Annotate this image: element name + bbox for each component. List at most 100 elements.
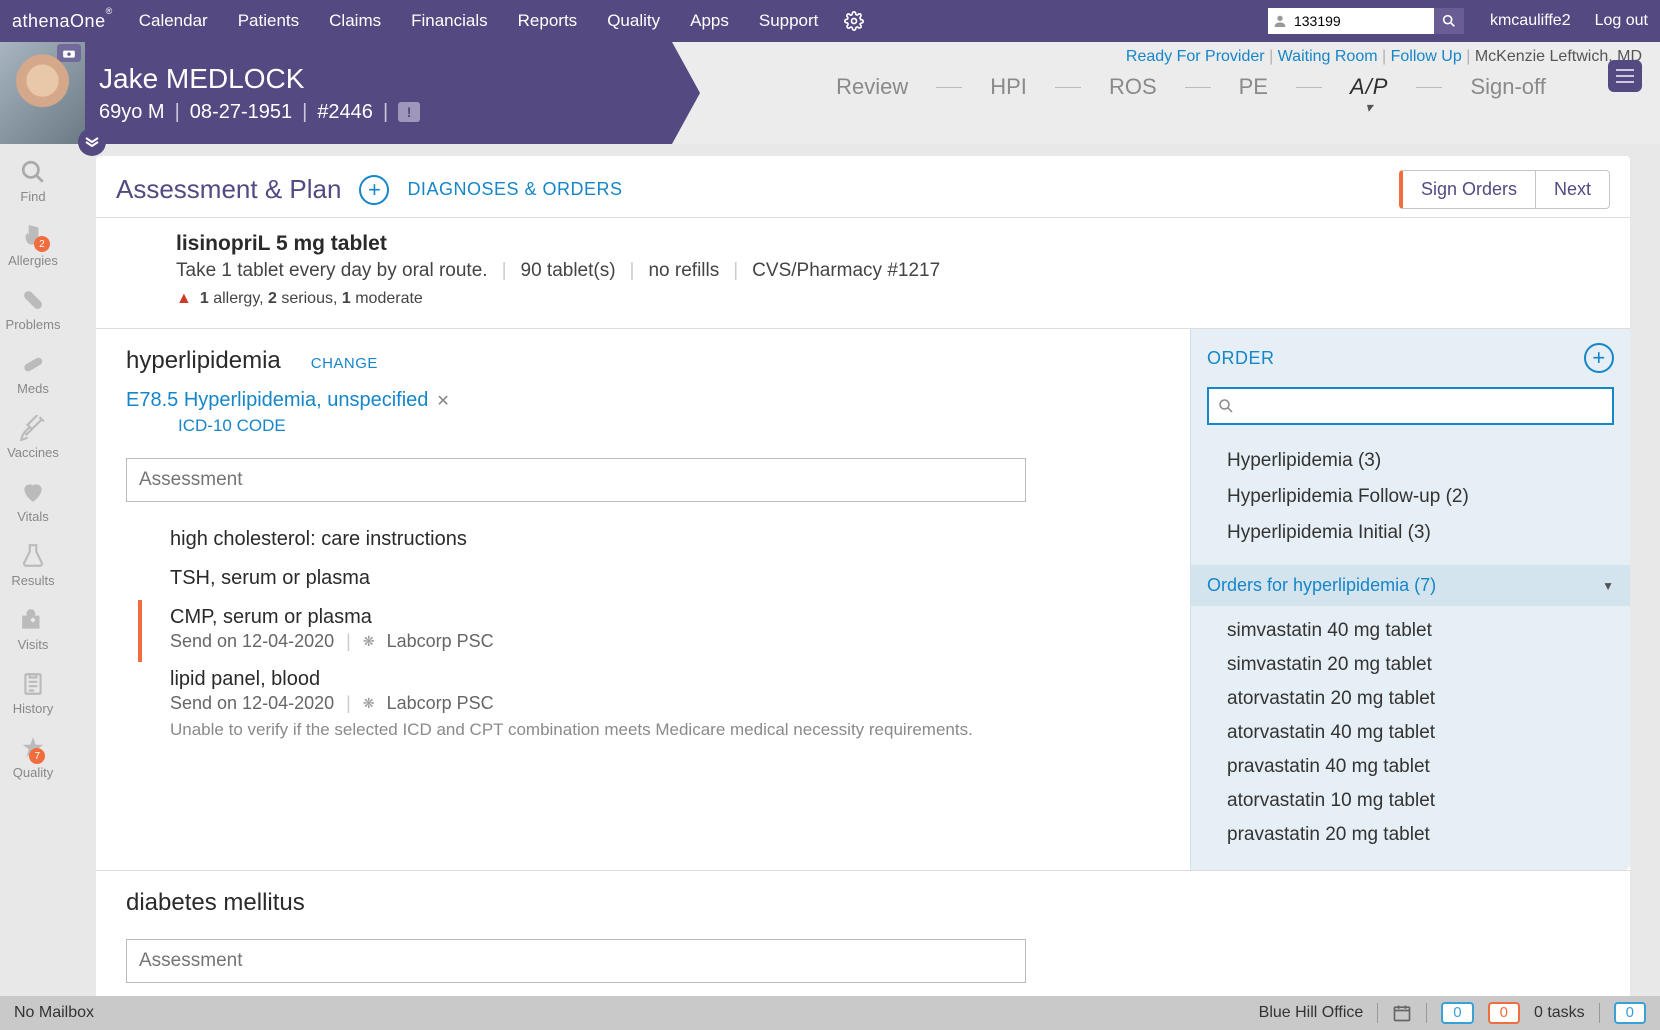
assessment-input-dm[interactable] [126, 939, 1026, 983]
workflow-steps: Review HPI ROS PE A/P Sign-off [740, 74, 1642, 100]
order-option[interactable]: atorvastatin 40 mg tablet [1227, 716, 1630, 750]
status-waiting[interactable]: Waiting Room [1278, 48, 1378, 65]
rail-history[interactable]: History [13, 670, 53, 716]
add-diagnosis-button[interactable]: + [359, 175, 389, 205]
count-pill-2[interactable]: 0 [1488, 1002, 1520, 1024]
order-item[interactable]: lipid panel, blood Send on 12-04-2020|❋L… [156, 662, 1160, 750]
status-ready[interactable]: Ready For Provider [1126, 48, 1265, 65]
search-button[interactable] [1434, 8, 1464, 34]
order-option[interactable]: atorvastatin 20 mg tablet [1227, 682, 1630, 716]
order-item[interactable]: TSH, serum or plasma [156, 561, 1160, 600]
left-rail: Find 2Allergies Problems Meds Vaccines V… [0, 144, 66, 996]
med-pharmacy: CVS/Pharmacy #1217 [752, 260, 940, 282]
status-followup[interactable]: Follow Up [1391, 48, 1462, 65]
rail-problems[interactable]: Problems [6, 286, 61, 332]
order-option[interactable]: atorvastatin 10 mg tablet [1227, 784, 1630, 818]
search-icon [1217, 397, 1235, 415]
nav-financials[interactable]: Financials [411, 11, 488, 31]
count-pill-1[interactable]: 0 [1441, 1002, 1473, 1024]
camera-icon[interactable] [57, 44, 81, 62]
diabetes-block: diabetes mellitus [96, 870, 1630, 996]
nav-patients[interactable]: Patients [238, 11, 299, 31]
order-panel: ORDER + Hyperlipidemia (3) Hyperlipidemi… [1190, 329, 1630, 870]
order-option[interactable]: simvastatin 20 mg tablet [1227, 648, 1630, 682]
nav-calendar[interactable]: Calendar [139, 11, 208, 31]
pill-icon [19, 350, 47, 378]
logo: athenaOne® [12, 11, 113, 32]
med-instructions: Take 1 tablet every day by oral route. [176, 260, 488, 282]
order-search[interactable] [1207, 387, 1614, 425]
medicare-warning: Unable to verify if the selected ICD and… [170, 720, 1160, 740]
patient-search [1268, 8, 1464, 34]
nav-quality[interactable]: Quality [607, 11, 660, 31]
patient-name: Jake MEDLOCK [99, 63, 420, 95]
change-link[interactable]: CHANGE [311, 355, 378, 372]
rail-meds[interactable]: Meds [17, 350, 49, 396]
rail-visits[interactable]: Visits [18, 606, 49, 652]
menu-icon[interactable] [1608, 60, 1642, 92]
order-list: high cholesterol: care instructions TSH,… [126, 522, 1160, 750]
add-order-button[interactable]: + [1584, 343, 1614, 373]
step-hpi[interactable]: HPI [990, 74, 1027, 100]
rail-find[interactable]: Find [19, 158, 47, 204]
order-item[interactable]: CMP, serum or plasma Send on 12-04-2020|… [138, 600, 1160, 662]
assessment-plan-panel: Assessment & Plan + DIAGNOSES & ORDERS S… [96, 156, 1630, 996]
med-name: lisinopriL 5 mg tablet [176, 232, 1610, 256]
step-ap[interactable]: A/P [1350, 74, 1388, 100]
icd-code[interactable]: E78.5 Hyperlipidemia, unspecified [126, 389, 428, 412]
medication-block: lisinopriL 5 mg tablet Take 1 tablet eve… [96, 218, 1630, 329]
order-option[interactable]: simvastatin 40 mg tablet [1227, 614, 1630, 648]
step-ros[interactable]: ROS [1109, 74, 1157, 100]
step-pe[interactable]: PE [1239, 74, 1268, 100]
step-signoff[interactable]: Sign-off [1470, 74, 1545, 100]
rail-vitals[interactable]: Vitals [17, 478, 49, 524]
patient-search-input[interactable] [1288, 8, 1434, 34]
patient-header: Jake MEDLOCK 69yo M| 08-27-1951| #2446| … [0, 42, 1660, 144]
assessment-input-hyper[interactable] [126, 458, 1026, 502]
diagnosis-title: hyperlipidemia [126, 347, 281, 375]
chevron-down-icon[interactable] [78, 128, 106, 156]
next-button[interactable]: Next [1535, 170, 1610, 209]
order-template[interactable]: Hyperlipidemia Initial (3) [1227, 515, 1630, 551]
diagnoses-orders-label[interactable]: DIAGNOSES & ORDERS [407, 179, 622, 200]
patient-avatar[interactable] [0, 42, 85, 144]
ap-title: Assessment & Plan [116, 174, 341, 205]
mailbox-status: No Mailbox [14, 1004, 94, 1022]
header-right: Ready For Provider | Waiting Room | Foll… [700, 42, 1660, 144]
nav-support[interactable]: Support [759, 11, 819, 31]
logout-link[interactable]: Log out [1595, 12, 1648, 30]
search-icon [19, 158, 47, 186]
clipboard-icon [19, 670, 47, 698]
order-option[interactable]: pravastatin 40 mg tablet [1227, 750, 1630, 784]
gear-icon[interactable] [844, 11, 864, 31]
remove-icd-icon[interactable]: ✕ [436, 391, 449, 411]
rail-allergies[interactable]: 2Allergies [8, 222, 58, 268]
rail-quality[interactable]: 7Quality [13, 734, 53, 780]
count-pill-3[interactable]: 0 [1614, 1002, 1646, 1024]
order-option[interactable]: pravastatin 20 mg tablet [1227, 818, 1630, 852]
nav-reports[interactable]: Reports [518, 11, 578, 31]
chevron-down-icon: ▼ [1602, 579, 1614, 593]
heart-icon [19, 478, 47, 506]
rail-vaccines[interactable]: Vaccines [7, 414, 59, 460]
nav-apps[interactable]: Apps [690, 11, 729, 31]
syringe-icon [19, 414, 47, 442]
icd-label[interactable]: ICD-10 CODE [178, 416, 1160, 436]
alert-icon[interactable]: ! [398, 102, 420, 122]
orders-section-header[interactable]: Orders for hyperlipidemia (7)▼ [1191, 565, 1630, 606]
nav-claims[interactable]: Claims [329, 11, 381, 31]
order-item[interactable]: high cholesterol: care instructions [156, 522, 1160, 561]
step-review[interactable]: Review [836, 74, 908, 100]
topnav-links: Calendar Patients Claims Financials Repo… [139, 11, 819, 31]
username[interactable]: kmcauliffe2 [1490, 12, 1571, 30]
sign-orders-button[interactable]: Sign Orders [1399, 170, 1536, 209]
rail-results[interactable]: Results [11, 542, 54, 588]
order-template[interactable]: Hyperlipidemia Follow-up (2) [1227, 479, 1630, 515]
calendar-icon[interactable] [1392, 1003, 1412, 1023]
order-search-input[interactable] [1241, 397, 1604, 415]
office-name[interactable]: Blue Hill Office [1259, 1004, 1364, 1022]
bag-icon [19, 606, 47, 634]
order-template[interactable]: Hyperlipidemia (3) [1227, 443, 1630, 479]
warning-icon: ▲ [176, 290, 192, 308]
tasks-label[interactable]: 0 tasks [1534, 1004, 1585, 1022]
